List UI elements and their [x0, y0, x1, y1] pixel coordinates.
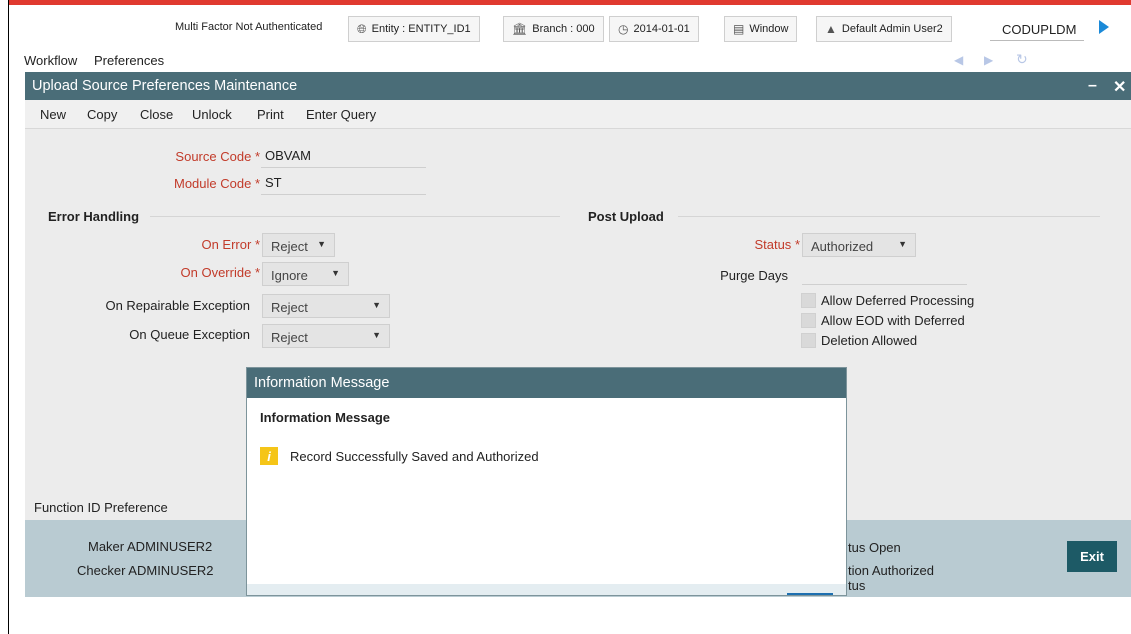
- branch-label: Branch : 000: [532, 23, 595, 35]
- checker-info: Checker ADMINUSER2: [77, 563, 214, 578]
- bank-icon: 🏛︎: [512, 22, 528, 36]
- refresh-icon[interactable]: ↻: [1016, 51, 1028, 68]
- dialog-title: Information Message: [247, 368, 846, 398]
- entity-label: Entity : ENTITY_ID1: [371, 23, 471, 35]
- allow-deferred-label: Allow Deferred Processing: [821, 293, 975, 308]
- on-repairable-label: On Repairable Exception: [105, 298, 250, 313]
- mfa-status: Multi Factor Not Authenticated: [175, 21, 323, 33]
- function-id-input[interactable]: CODUPLDM: [990, 17, 1084, 41]
- allow-eod-checkbox[interactable]: [801, 313, 816, 328]
- divider: [150, 216, 560, 217]
- record-status: tus Open: [848, 540, 901, 555]
- chevron-down-icon: ▼: [372, 330, 381, 340]
- window-icon: ▤: [733, 22, 745, 36]
- user-label: Default Admin User2: [841, 23, 943, 35]
- allow-eod-label: Allow EOD with Deferred: [821, 313, 965, 328]
- close-button[interactable]: Close: [140, 107, 173, 122]
- new-button[interactable]: New: [40, 107, 66, 122]
- on-repairable-select[interactable]: Reject ▼: [262, 294, 390, 318]
- module-code-field[interactable]: ST: [261, 174, 426, 195]
- window-title: Upload Source Preferences Maintenance: [32, 78, 298, 94]
- chevron-down-icon: ▼: [331, 268, 340, 278]
- date-button[interactable]: ◷ 2014-01-01: [609, 16, 699, 42]
- maker-info: Maker ADMINUSER2: [88, 539, 213, 554]
- status-select[interactable]: Authorized ▼: [802, 233, 916, 257]
- action-toolbar: New Copy Close Unlock Print Enter Query: [25, 100, 1131, 129]
- dialog-message: Record Successfully Saved and Authorized: [290, 449, 539, 464]
- deletion-allowed-label: Deletion Allowed: [821, 333, 918, 348]
- error-handling-heading: Error Handling: [48, 209, 140, 224]
- deletion-allowed-checkbox[interactable]: [801, 333, 816, 348]
- copy-button[interactable]: Copy: [87, 107, 117, 122]
- on-override-label: On Override *: [180, 265, 261, 280]
- source-code-label: Source Code *: [175, 149, 260, 164]
- unlock-button[interactable]: Unlock: [192, 107, 232, 122]
- top-bar: Multi Factor Not Authenticated 🌐︎ Entity…: [9, 6, 1131, 46]
- status-label: Status *: [754, 237, 800, 252]
- date-label: 2014-01-01: [633, 23, 690, 35]
- allow-deferred-checkbox[interactable]: [801, 293, 816, 308]
- close-icon[interactable]: ✕: [1113, 77, 1126, 97]
- authorization-status: tion Authorized: [848, 563, 935, 578]
- chevron-down-icon: ▼: [317, 239, 326, 249]
- chevron-down-icon: ▼: [372, 300, 381, 310]
- window-title-bar: Upload Source Preferences Maintenance – …: [25, 72, 1131, 100]
- branch-button[interactable]: 🏛︎ Branch : 000: [503, 16, 604, 42]
- ok-button[interactable]: [787, 593, 833, 595]
- source-code-field[interactable]: OBVAM: [261, 147, 426, 168]
- globe-icon: 🌐︎: [357, 21, 367, 36]
- top-accent-bar: [9, 0, 1131, 5]
- play-icon[interactable]: [1099, 20, 1109, 34]
- divider: [678, 216, 1100, 217]
- menu-bar: Workflow Preferences ◀ ▶ ↻: [9, 50, 1131, 72]
- on-override-select[interactable]: Ignore ▼: [262, 262, 349, 286]
- on-queue-label: On Queue Exception: [129, 327, 250, 342]
- entity-button[interactable]: 🌐︎ Entity : ENTITY_ID1: [348, 16, 480, 42]
- on-error-select[interactable]: Reject ▼: [262, 233, 335, 257]
- post-upload-heading: Post Upload: [588, 209, 664, 224]
- menu-preferences[interactable]: Preferences: [94, 53, 164, 68]
- chevron-down-icon: ▼: [898, 239, 907, 249]
- module-code-label: Module Code *: [173, 176, 260, 191]
- purge-days-label: Purge Days: [720, 268, 788, 283]
- minimize-icon[interactable]: –: [1088, 77, 1097, 95]
- on-error-label: On Error *: [201, 237, 260, 252]
- clock-icon: ◷: [618, 22, 629, 36]
- window-label: Window: [749, 23, 789, 35]
- authorization-status-tail: tus: [848, 578, 866, 593]
- info-icon: i: [260, 447, 278, 465]
- enter-query-button[interactable]: Enter Query: [306, 107, 376, 122]
- information-dialog: Information Message Information Message …: [246, 367, 847, 596]
- window-button[interactable]: ▤ Window: [724, 16, 798, 42]
- purge-days-input[interactable]: [802, 265, 967, 285]
- user-icon: ▲: [825, 22, 837, 36]
- exit-button[interactable]: Exit: [1067, 541, 1117, 572]
- nav-back-icon[interactable]: ◀: [954, 53, 963, 67]
- dialog-heading: Information Message: [260, 410, 391, 425]
- user-button[interactable]: ▲ Default Admin User2: [816, 16, 952, 42]
- menu-workflow[interactable]: Workflow: [24, 53, 77, 68]
- function-id-preference-label: Function ID Preference: [34, 500, 168, 515]
- print-button[interactable]: Print: [257, 107, 284, 122]
- dialog-footer: [247, 584, 846, 595]
- nav-forward-icon[interactable]: ▶: [984, 53, 993, 67]
- on-queue-select[interactable]: Reject ▼: [262, 324, 390, 348]
